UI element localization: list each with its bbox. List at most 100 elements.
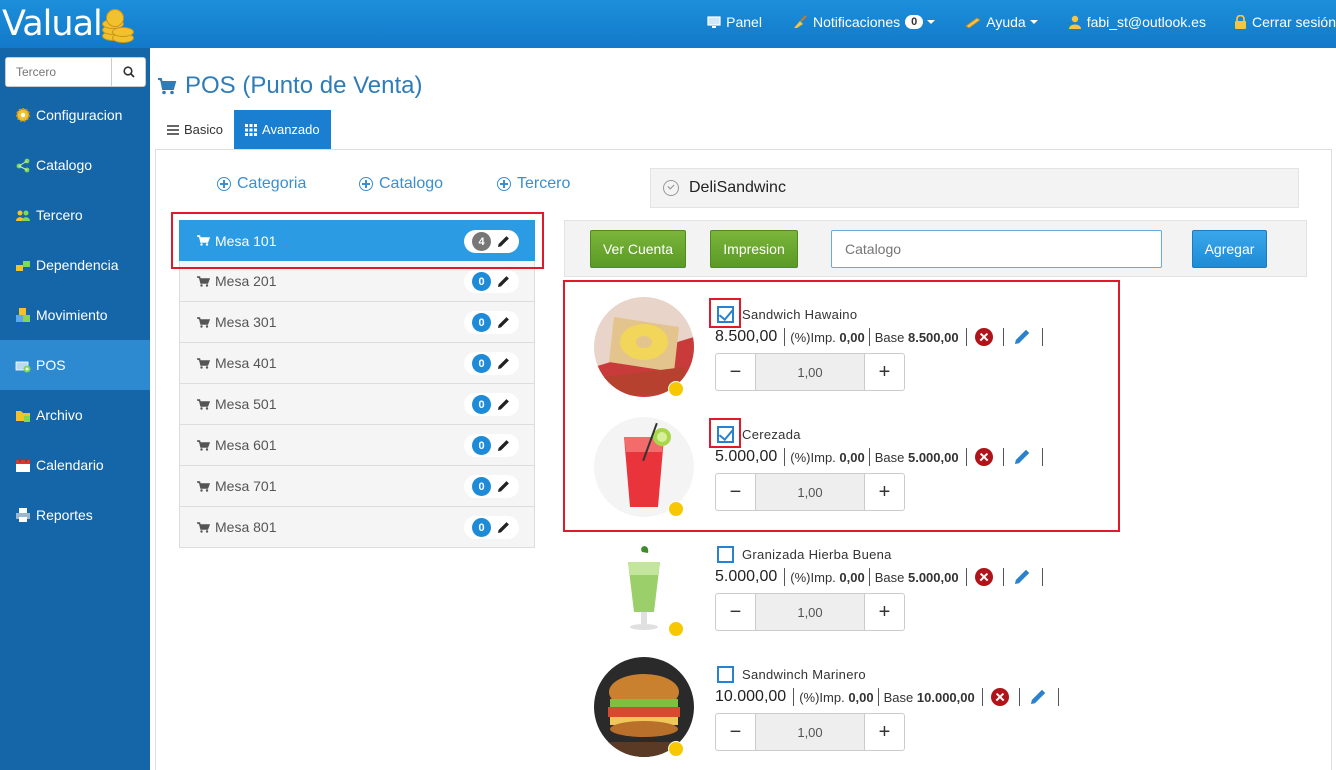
pencil-icon: [498, 358, 509, 369]
tab-label: Avanzado: [262, 122, 320, 137]
table-count-badge: 0: [472, 436, 491, 455]
product-details: 10.000,00 (%)Imp. 0,00 Base 10.000,00: [715, 686, 1064, 708]
product-tax: (%)Imp. 0,00: [790, 449, 865, 465]
sidebar-item-dependencia[interactable]: Dependencia: [0, 240, 150, 290]
remove-icon[interactable]: [974, 448, 993, 466]
plus-button[interactable]: +: [865, 714, 904, 750]
minus-button[interactable]: −: [716, 354, 755, 390]
product-item: Cerezada 5.000,00 (%)Imp. 0,00 Base 5.00…: [594, 417, 1114, 527]
status-dot: [668, 621, 684, 637]
product-tax: (%)Imp. 0,00: [790, 329, 865, 345]
tables-list: Mesa 101 4 Mesa 201 0 Mesa 301 0 Mesa 40…: [179, 220, 535, 548]
plus-circle-icon: [497, 177, 511, 191]
add-catalogo-link[interactable]: Catalogo: [359, 175, 443, 193]
pencil-icon[interactable]: [1013, 328, 1031, 346]
plus-circle-icon: [359, 177, 373, 191]
table-item[interactable]: Mesa 801 0: [179, 507, 535, 548]
sidebar-item-archivo[interactable]: Archivo: [0, 390, 150, 440]
add-tercero-link[interactable]: Tercero: [497, 175, 570, 193]
sidebar-item-configuracion[interactable]: Configuracion: [0, 90, 150, 140]
pencil-icon[interactable]: [1013, 568, 1031, 586]
table-item[interactable]: Mesa 501 0: [179, 384, 535, 425]
table-name: Mesa 301: [215, 314, 277, 330]
product-price: 8.500,00: [715, 328, 778, 345]
table-count-pill[interactable]: 0: [464, 434, 519, 457]
table-count-badge: 0: [472, 395, 491, 414]
table-count-pill[interactable]: 0: [464, 475, 519, 498]
sidebar-item-calendario[interactable]: Calendario: [0, 440, 150, 490]
nav-notifications-label: Notificaciones: [812, 14, 901, 30]
add-categoria-link[interactable]: Categoria: [217, 175, 306, 193]
impresion-button[interactable]: Impresion: [710, 230, 798, 268]
highlight-box-table: [171, 212, 544, 269]
tab-basico[interactable]: Basico: [156, 110, 234, 149]
selected-client[interactable]: DeliSandwinc: [650, 168, 1299, 208]
nav-help-label: Ayuda: [986, 14, 1026, 30]
sidebar-item-catalogo[interactable]: Catalogo: [0, 140, 150, 190]
table-count-pill[interactable]: 0: [464, 270, 519, 293]
pencil-icon: [498, 522, 509, 533]
quantity-stepper: − 1,00 +: [715, 713, 905, 751]
table-item[interactable]: Mesa 401 0: [179, 343, 535, 384]
client-name: DeliSandwinc: [689, 179, 786, 196]
minus-button[interactable]: −: [716, 714, 755, 750]
view-tabs: Basico Avanzado: [156, 110, 331, 149]
highlight-box-checkbox: [709, 298, 741, 328]
user-icon: [1068, 15, 1081, 29]
nav-help[interactable]: Ayuda: [965, 14, 1038, 30]
nav-logout[interactable]: Cerrar sesión: [1234, 14, 1336, 30]
pencil-icon[interactable]: [1029, 688, 1047, 706]
pencil-help-icon: [965, 17, 981, 28]
cart-icon: [197, 439, 210, 451]
sidebar-item-tercero[interactable]: Tercero: [0, 190, 150, 240]
table-count-pill[interactable]: 0: [464, 516, 519, 539]
quantity-value[interactable]: 1,00: [755, 594, 865, 630]
nav-panel[interactable]: Panel: [707, 14, 762, 30]
pencil-icon[interactable]: [1013, 448, 1031, 466]
sidebar-item-reportes[interactable]: Reportes: [0, 490, 150, 540]
sidebar-search-button[interactable]: [111, 58, 145, 86]
plus-button[interactable]: +: [865, 354, 904, 390]
sidebar-item-label: POS: [36, 357, 66, 373]
nav-notifications[interactable]: Notificaciones 0: [792, 14, 936, 30]
calendar-icon: [16, 458, 30, 472]
agregar-button[interactable]: Agregar: [1192, 230, 1267, 268]
table-count-pill[interactable]: 0: [464, 311, 519, 334]
remove-icon[interactable]: [974, 568, 993, 586]
product-tax: (%)Imp. 0,00: [799, 689, 874, 705]
table-item[interactable]: Mesa 701 0: [179, 466, 535, 507]
minus-button[interactable]: −: [716, 474, 755, 510]
plus-button[interactable]: +: [865, 594, 904, 630]
catalog-search-input[interactable]: [831, 230, 1162, 268]
product-checkbox[interactable]: [717, 546, 734, 563]
page-title-text: POS (Punto de Venta): [185, 72, 423, 99]
remove-icon[interactable]: [990, 688, 1009, 706]
quantity-value[interactable]: 1,00: [755, 714, 865, 750]
app-logo[interactable]: Valual: [2, 2, 134, 46]
quantity-value[interactable]: 1,00: [755, 474, 865, 510]
product-checkbox[interactable]: [717, 666, 734, 683]
product-price: 5.000,00: [715, 448, 778, 465]
table-count-pill[interactable]: 0: [464, 352, 519, 375]
gear-icon: [16, 108, 30, 122]
plus-button[interactable]: +: [865, 474, 904, 510]
nav-user[interactable]: fabi_st@outlook.es: [1068, 14, 1206, 30]
table-count-pill[interactable]: 0: [464, 393, 519, 416]
register-icon: [15, 361, 31, 373]
sidebar-item-pos[interactable]: POS: [0, 340, 150, 390]
tab-avanzado[interactable]: Avanzado: [234, 110, 331, 149]
sidebar-search-input[interactable]: [6, 58, 111, 86]
pencil-icon: [498, 317, 509, 328]
cart-icon: [197, 275, 210, 287]
quantity-value[interactable]: 1,00: [755, 354, 865, 390]
minus-button[interactable]: −: [716, 594, 755, 630]
sidebar-item-label: Tercero: [36, 207, 83, 223]
table-count-badge: 0: [472, 518, 491, 537]
table-item[interactable]: Mesa 301 0: [179, 302, 535, 343]
sidebar-item-movimiento[interactable]: Movimiento: [0, 290, 150, 340]
table-item[interactable]: Mesa 601 0: [179, 425, 535, 466]
page-title: POS (Punto de Venta): [157, 72, 422, 100]
remove-icon[interactable]: [974, 328, 993, 346]
tab-label: Basico: [184, 122, 224, 137]
ver-cuenta-button[interactable]: Ver Cuenta: [590, 230, 686, 268]
